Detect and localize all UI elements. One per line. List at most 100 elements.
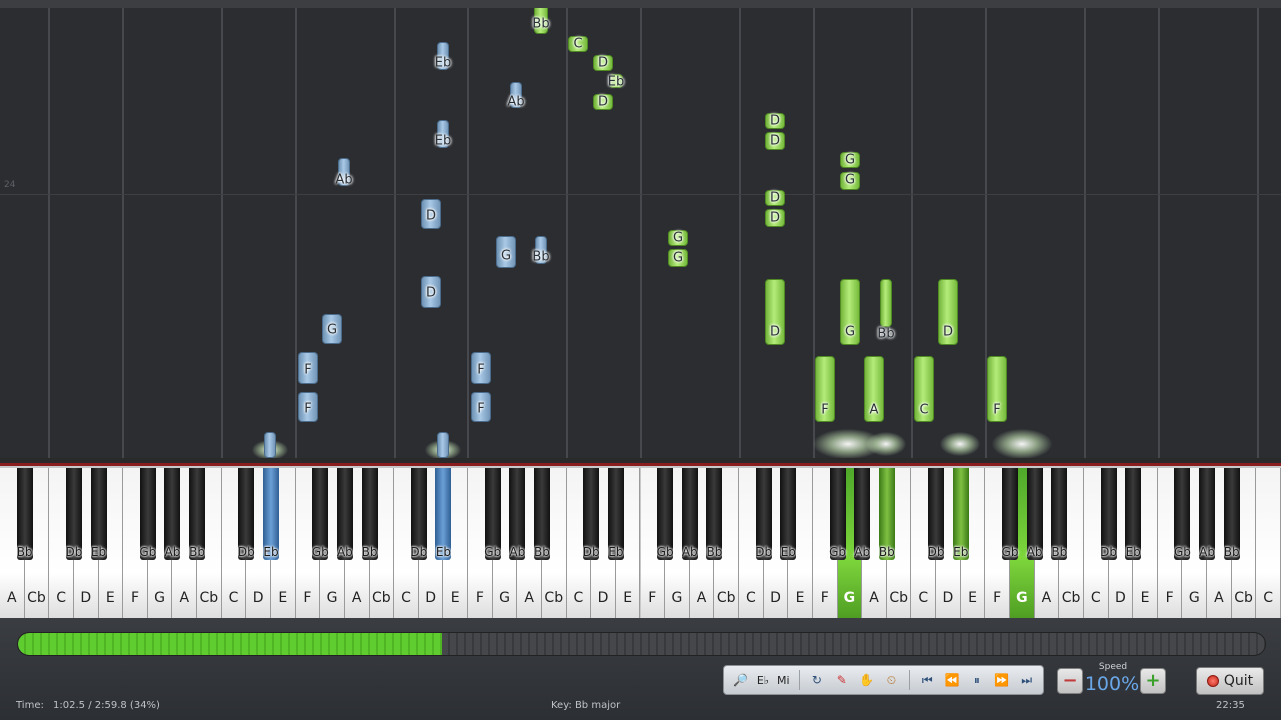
control-panel: 🔎 E♭ Mi ↻ ✎ ✋ ⏲ ⏮ ⏪ ⏸ ⏩ ⏭ − Speed 100% +…: [0, 618, 1281, 720]
loop-icon[interactable]: ↻: [806, 669, 827, 691]
metronome-icon[interactable]: ⏲: [881, 669, 902, 691]
piano-keyboard: A Cb C D E F G A Cb C D E F G A Cb C D E F G A Cb C D E F G A Cb C D E F G…: [0, 458, 1281, 618]
fast-forward-icon[interactable]: ⏩: [991, 669, 1012, 691]
toolbar-separator: [908, 670, 910, 690]
white-key-label: D: [252, 590, 264, 606]
key-hit-glow: [940, 432, 980, 456]
note-label: G: [672, 230, 684, 246]
speed-increase-button[interactable]: +: [1140, 668, 1166, 694]
black-key-label: Ab: [1026, 545, 1043, 559]
white-key-label: D: [425, 590, 436, 606]
song-progress-bar[interactable]: [17, 632, 1266, 656]
black-key-label: Bb: [16, 545, 33, 559]
white-key-label: F: [475, 590, 484, 606]
note-label: Ab: [335, 172, 353, 188]
key-readout: Key: Bb major: [551, 700, 621, 711]
black-key-label: Eb: [608, 545, 624, 559]
toolbar-separator: [798, 670, 800, 690]
time-value: 1:02.5 / 2:59.8 (34%): [53, 700, 160, 711]
synthesia-window: 24 Bb C D Eb D Eb Ab Eb Ab D D G G D D D G Bb G G D G F F F F D G Bb…: [0, 0, 1281, 720]
white-key-label: A: [869, 590, 879, 606]
white-key[interactable]: C: [1256, 468, 1281, 618]
white-key-label: D: [1114, 590, 1126, 606]
black-key-label: Bb: [878, 545, 895, 559]
white-key-label: C: [745, 590, 756, 606]
key-signature-button[interactable]: E♭: [755, 674, 771, 687]
black-key-label: Eb: [780, 545, 796, 559]
white-key-label: Cb: [1061, 590, 1081, 606]
white-key-label: Cb: [544, 590, 564, 606]
grid-line: [221, 8, 223, 458]
white-key-label: G: [499, 590, 510, 606]
note-label: Bb: [532, 249, 550, 265]
grid-line: [1084, 8, 1086, 458]
stop-icon: [1206, 675, 1219, 687]
white-key-label: A: [179, 590, 190, 606]
key-hit-glow: [866, 432, 906, 456]
black-key-label: Bb: [534, 545, 550, 559]
hand-icon[interactable]: ✋: [856, 669, 877, 691]
note-label: G: [326, 322, 338, 338]
quit-label: Quit: [1223, 673, 1254, 689]
note-label: F: [304, 401, 312, 417]
clock: 22:35: [1216, 700, 1245, 711]
white-key-label: F: [820, 590, 829, 606]
black-key-label: Eb: [953, 545, 969, 559]
white-key-label: Cb: [27, 590, 46, 606]
note-label: G: [500, 248, 512, 264]
white-key-label: F: [993, 590, 1002, 606]
grid-line: [467, 8, 469, 458]
grid-line: [1257, 8, 1259, 458]
white-key-label: A: [351, 590, 362, 606]
white-key-label: Cb: [371, 590, 391, 606]
white-key-label: E: [968, 590, 977, 606]
note-label: D: [425, 285, 437, 301]
white-key-label: A: [1041, 590, 1052, 606]
black-key-label: Ab: [509, 545, 526, 559]
speed-value: 100%: [1084, 673, 1140, 695]
white-key-label: F: [130, 590, 140, 606]
white-key-label: A: [1214, 590, 1224, 606]
white-key-label: Cb: [889, 590, 908, 606]
white-key-label: F: [303, 590, 312, 606]
note-label: D: [769, 190, 781, 206]
white-key-label: E: [1140, 590, 1150, 606]
pause-icon[interactable]: ⏸: [967, 669, 988, 691]
white-key-label: C: [228, 590, 239, 606]
mode-button[interactable]: Mi: [775, 674, 792, 687]
grid-line: [122, 8, 124, 458]
black-key-label: Eb: [435, 545, 452, 559]
quit-button[interactable]: Quit: [1196, 667, 1264, 695]
white-key-label: E: [795, 590, 805, 606]
note-label: F: [821, 402, 829, 418]
black-key-label: Ab: [854, 545, 871, 559]
black-key-label: Bb: [706, 545, 723, 559]
white-key-label: E: [450, 590, 460, 606]
playback-toolbar: 🔎 E♭ Mi ↻ ✎ ✋ ⏲ ⏮ ⏪ ⏸ ⏩ ⏭: [723, 665, 1044, 695]
speed-decrease-button[interactable]: −: [1057, 668, 1083, 694]
note-label: D: [769, 324, 781, 340]
grid-line: [295, 8, 297, 458]
white-key-label: C: [56, 590, 66, 606]
black-key-label: Db: [755, 545, 773, 559]
pencil-icon[interactable]: ✎: [831, 669, 852, 691]
black-key-label: Gb: [1173, 545, 1191, 559]
key-hit-glow: [992, 429, 1052, 458]
note-label: G: [844, 324, 856, 340]
keyboard-top-felt: [0, 463, 1281, 466]
black-key-label: Db: [1100, 545, 1117, 559]
white-key-label: A: [696, 590, 707, 606]
black-key-label: Db: [582, 545, 600, 559]
skip-end-icon[interactable]: ⏭: [1016, 669, 1037, 691]
measure-number: 24: [4, 180, 16, 190]
white-key-label: G: [1188, 590, 1200, 606]
white-key-label: A: [7, 590, 17, 606]
white-key-label: C: [1090, 590, 1101, 606]
rewind-icon[interactable]: ⏪: [942, 669, 963, 691]
skip-start-icon[interactable]: ⏮: [917, 669, 938, 691]
white-key-label: G: [154, 590, 166, 606]
white-key-label: G: [1016, 590, 1028, 606]
note-label: F: [477, 401, 485, 417]
note-label: Bb: [877, 326, 895, 342]
magnifier-icon[interactable]: 🔎: [730, 669, 751, 691]
